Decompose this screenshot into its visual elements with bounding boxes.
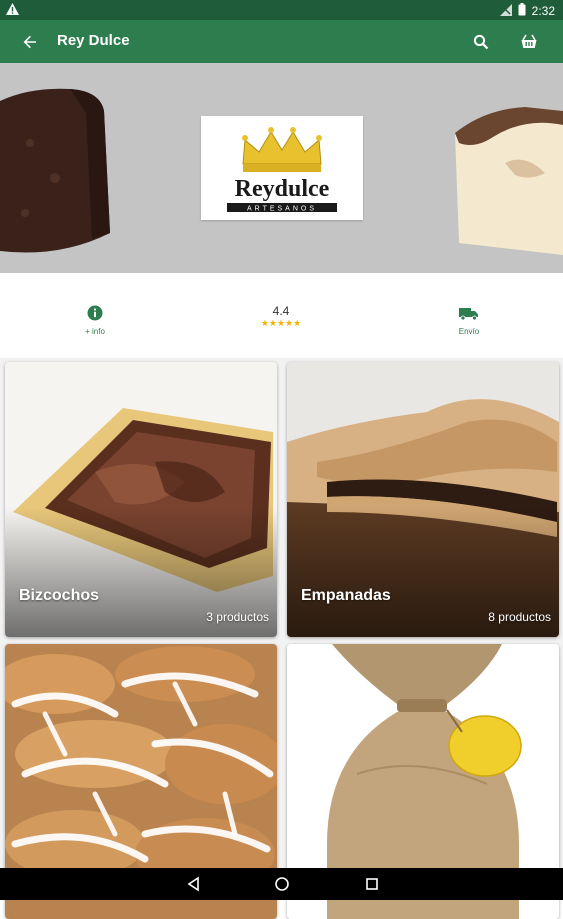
battery-icon: [518, 3, 526, 19]
info-button[interactable]: + info: [78, 305, 112, 336]
logo-subtext: ARTESANOS: [247, 206, 317, 213]
info-icon: [87, 305, 103, 325]
rating-value: 4.4: [272, 304, 290, 318]
search-icon[interactable]: [469, 30, 493, 54]
status-bar: 2:32: [0, 0, 563, 20]
category-card-empanadas[interactable]: Empanadas 8 productos: [287, 362, 559, 637]
logo-wordmark: Reydulce: [235, 176, 330, 202]
chocolate-cake-image: [0, 88, 110, 253]
info-label: + info: [85, 327, 105, 336]
category-count: 8 productos: [488, 610, 551, 624]
rating-stars: ★★★★★: [260, 318, 302, 328]
hero-banner: Reydulce ARTESANOS: [0, 63, 563, 273]
category-count: 3 productos: [206, 610, 269, 624]
recents-square-icon[interactable]: [364, 876, 380, 892]
category-name: Empanadas: [301, 587, 391, 604]
basket-icon[interactable]: [517, 30, 541, 54]
category-grid: Bizcochos 3 productos Empanadas 8 produc…: [0, 358, 563, 919]
status-right: 2:32: [499, 3, 555, 19]
brand-logo: Reydulce ARTESANOS: [201, 116, 363, 220]
warning-icon: [6, 3, 19, 18]
app-title: Rey Dulce: [57, 32, 130, 49]
truck-icon: [459, 308, 479, 325]
app-bar: Rey Dulce: [0, 20, 563, 63]
shipping-label: Envío: [458, 327, 480, 336]
marble-cake-image: [455, 107, 563, 255]
back-triangle-icon[interactable]: [186, 876, 202, 892]
crown-icon: [242, 127, 322, 172]
shipping-button[interactable]: Envío: [452, 307, 486, 336]
category-name: Bizcochos: [19, 587, 100, 604]
category-card-bizcochos[interactable]: Bizcochos 3 productos: [5, 362, 277, 637]
shop-info-row: + info 4.4 ★★★★★ Envío: [0, 273, 563, 358]
back-arrow-icon[interactable]: [18, 30, 42, 54]
signal-off-icon: [499, 3, 512, 19]
system-nav-bar: [0, 868, 563, 900]
rating-widget[interactable]: 4.4 ★★★★★: [246, 304, 316, 329]
status-time: 2:32: [531, 4, 555, 18]
home-circle-icon[interactable]: [274, 876, 290, 892]
